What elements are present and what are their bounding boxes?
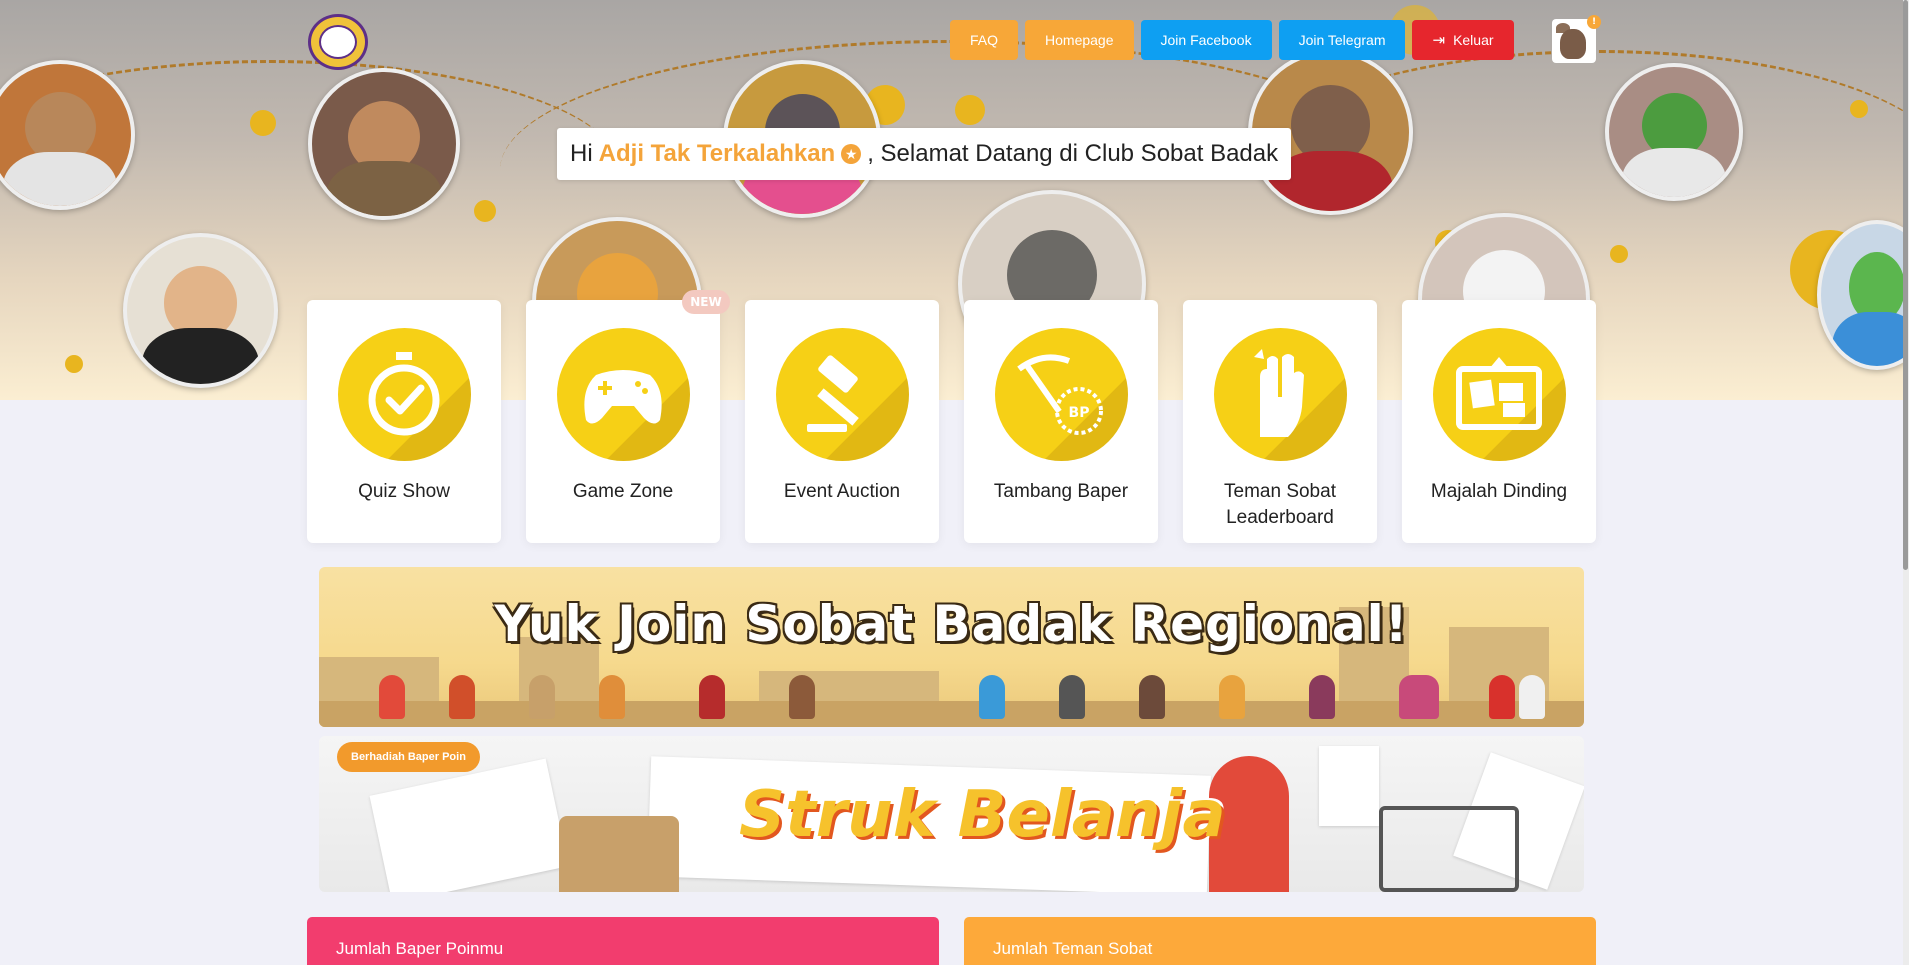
teman-sobat-title: Jumlah Teman Sobat <box>993 939 1153 958</box>
regional-banner-title: Yuk Join Sobat Badak Regional! <box>494 595 1409 653</box>
gavel-icon <box>775 328 909 461</box>
mascot-figure <box>1059 675 1085 719</box>
feature-menu: Quiz Show Game Zone Event Auction BP Tam… <box>307 300 1596 543</box>
logout-button[interactable]: ⇥ Keluar <box>1412 20 1514 60</box>
stopwatch-icon <box>337 328 471 461</box>
new-badge: NEW <box>682 290 730 314</box>
star-icon: ★ <box>841 144 862 164</box>
faq-button[interactable]: FAQ <box>950 20 1019 60</box>
mascot-figure <box>599 675 625 719</box>
mascot-figure <box>529 675 555 719</box>
decorative-dot <box>474 200 496 222</box>
menu-card-leaderboard[interactable]: Teman Sobat Leaderboard <box>1183 300 1377 543</box>
join-telegram-button[interactable]: Join Telegram <box>1278 20 1406 60</box>
menu-card-majalah-dinding[interactable]: Majalah Dinding <box>1402 300 1596 543</box>
user-name[interactable]: Adji Tak Terkalahkan <box>599 140 836 168</box>
receipt-image <box>1319 746 1379 826</box>
logout-label: Keluar <box>1453 32 1494 48</box>
club-sobat-badak-logo[interactable] <box>308 14 368 70</box>
scrollbar-thumb[interactable] <box>1903 0 1908 570</box>
grocery-bag <box>559 816 679 892</box>
regional-banner[interactable]: Yuk Join Sobat Badak Regional! <box>319 567 1584 727</box>
mascot-avatar <box>308 68 460 220</box>
berhadiah-tag: Berhadiah Baper Poin <box>337 742 480 772</box>
gamepad-icon <box>556 328 690 461</box>
receipt-image <box>369 758 569 892</box>
decorative-dot <box>65 355 83 373</box>
shopping-cart <box>1379 806 1519 892</box>
mascot-figure <box>979 675 1005 719</box>
mascot-figure <box>449 675 475 719</box>
mascot-figure <box>1139 675 1165 719</box>
banner-ground <box>319 701 1584 727</box>
menu-card-label: Tambang Baper <box>993 481 1129 502</box>
mascot-figure <box>699 675 725 719</box>
svg-text:BP: BP <box>1069 405 1090 421</box>
top-navigation: FAQ Homepage Join Facebook Join Telegram… <box>950 20 1514 60</box>
mascot-figure <box>1399 675 1439 719</box>
notice-board-icon <box>1432 328 1566 461</box>
pickaxe-coin-icon: BP <box>994 328 1128 461</box>
notification-badge: ! <box>1587 15 1601 29</box>
mascot-figure <box>1519 675 1545 719</box>
welcome-greeting: Hi Adji Tak Terkalahkan ★ , Selamat Data… <box>557 128 1292 180</box>
menu-card-label: Teman Sobat Leaderboard <box>1224 481 1336 528</box>
decorative-dot <box>250 110 276 136</box>
baper-poin-card: Jumlah Baper Poinmu <box>307 917 939 965</box>
mascot-figure <box>1309 675 1335 719</box>
mascot-avatar <box>123 233 278 388</box>
baper-poin-title: Jumlah Baper Poinmu <box>336 939 504 958</box>
decorative-dot <box>955 95 985 125</box>
page-scrollbar[interactable] <box>1903 0 1909 965</box>
greeting-suffix: , Selamat Datang di Club Sobat Badak <box>867 140 1279 167</box>
mascot-figure <box>379 675 405 719</box>
struk-belanja-title: Struk Belanja <box>739 778 1226 852</box>
menu-card-game-zone[interactable]: Game Zone <box>526 300 720 543</box>
menu-card-label: Quiz Show <box>358 481 450 502</box>
logout-icon: ⇥ <box>1432 31 1446 49</box>
menu-card-quiz-show[interactable]: Quiz Show <box>307 300 501 543</box>
decorative-dot <box>1850 100 1868 118</box>
menu-card-tambang-baper[interactable]: BP Tambang Baper <box>964 300 1158 543</box>
mascot-figure <box>789 675 815 719</box>
menu-card-event-auction[interactable]: Event Auction <box>745 300 939 543</box>
decorative-dot <box>1610 245 1628 263</box>
menu-card-label: Majalah Dinding <box>1430 481 1568 502</box>
mascot-figure <box>1489 675 1515 719</box>
menu-card-label: Event Auction <box>783 481 901 502</box>
teman-sobat-card: Jumlah Teman Sobat <box>964 917 1596 965</box>
menu-card-label: Game Zone <box>572 481 674 502</box>
high-five-icon <box>1213 328 1347 461</box>
struk-belanja-banner[interactable]: Berhadiah Baper Poin Struk Belanja <box>319 736 1584 892</box>
greeting-prefix: Hi <box>570 140 593 167</box>
homepage-button[interactable]: Homepage <box>1025 20 1134 60</box>
mascot-figure <box>1219 675 1245 719</box>
mascot-avatar <box>1605 63 1743 201</box>
join-facebook-button[interactable]: Join Facebook <box>1140 20 1272 60</box>
